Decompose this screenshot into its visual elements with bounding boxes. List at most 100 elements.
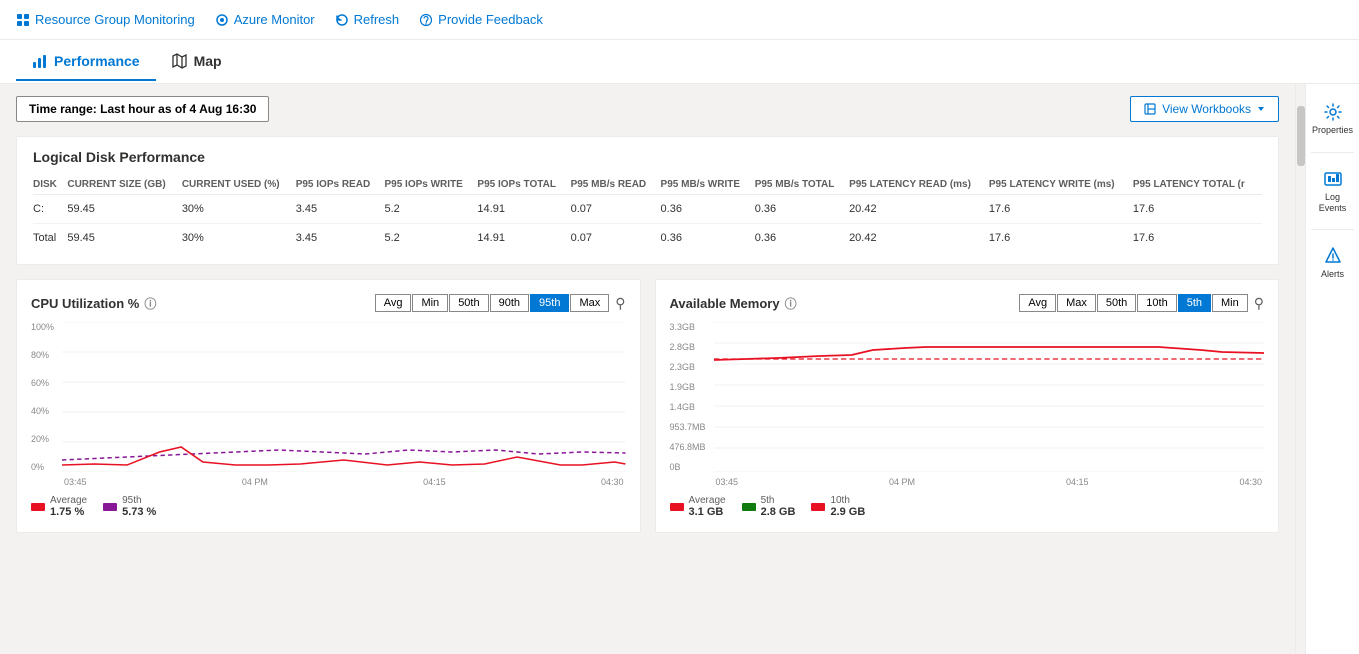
table-cell: 20.42 <box>849 195 989 224</box>
table-cell: 5.2 <box>384 224 477 253</box>
main-content: Time range: Last hour as of 4 Aug 16:30 … <box>0 84 1359 654</box>
cpu-btn-90th[interactable]: 90th <box>490 294 529 312</box>
tab-performance[interactable]: Performance <box>16 43 156 81</box>
nav-resource-group[interactable]: Resource Group Monitoring <box>16 12 195 27</box>
table-cell: 3.45 <box>296 224 385 253</box>
sidebar-action-alerts[interactable]: Alerts <box>1306 238 1359 288</box>
mem-y-6: 953.7MB <box>670 422 706 432</box>
cpu-btn-max[interactable]: Max <box>570 294 609 312</box>
table-cell: 17.6 <box>1133 195 1262 224</box>
cpu-pin-icon[interactable]: ⚲ <box>615 295 625 312</box>
col-mb-total: P95 MB/s TOTAL <box>755 175 849 195</box>
vertical-scrollbar[interactable] <box>1295 84 1305 654</box>
table-row: C:59.4530%3.455.214.910.070.360.3620.421… <box>33 195 1262 224</box>
cpu-chart-header: CPU Utilization % ⓘ AvgMin50th90th95thMa… <box>31 294 626 312</box>
scrollbar-thumb[interactable] <box>1297 106 1305 166</box>
memory-chart-title: Available Memory ⓘ <box>670 295 797 312</box>
memory-btn-10th[interactable]: 10th <box>1137 294 1176 312</box>
table-cell: 5.2 <box>384 195 477 224</box>
cpu-y-40: 40% <box>31 406 54 416</box>
view-workbooks-label: View Workbooks <box>1162 102 1251 116</box>
log-events-label: Log Events <box>1310 192 1355 214</box>
mem-x-1: 03:45 <box>716 477 739 487</box>
view-workbooks-button[interactable]: View Workbooks <box>1130 96 1279 122</box>
legend-item: Average1.75 % <box>31 495 87 518</box>
table-cell: 0.07 <box>571 195 661 224</box>
memory-btn-group: AvgMax50th10th5thMin <box>1020 294 1247 312</box>
table-cell: Total <box>33 224 67 253</box>
nav-azure-monitor[interactable]: Azure Monitor <box>215 12 315 27</box>
cpu-btn-avg[interactable]: Avg <box>375 294 412 312</box>
col-iops-total: P95 IOPs TOTAL <box>477 175 570 195</box>
time-range-button[interactable]: Time range: Last hour as of 4 Aug 16:30 <box>16 96 269 122</box>
table-cell: 0.36 <box>755 224 849 253</box>
table-cell: 3.45 <box>296 195 385 224</box>
mem-x-4: 04:30 <box>1239 477 1262 487</box>
table-cell: 0.36 <box>755 195 849 224</box>
cpu-y-0: 0% <box>31 462 54 472</box>
cpu-btn-95th[interactable]: 95th <box>530 294 569 312</box>
mem-y-8: 0B <box>670 462 706 472</box>
memory-info-icon[interactable]: ⓘ <box>785 295 797 312</box>
col-iops-read: P95 IOPs READ <box>296 175 385 195</box>
sidebar-divider-2 <box>1311 229 1353 230</box>
disk-table-title: Logical Disk Performance <box>33 149 1262 165</box>
cpu-y-100: 100% <box>31 322 54 332</box>
cpu-y-20: 20% <box>31 434 54 444</box>
mem-y-1: 3.3GB <box>670 322 706 332</box>
table-cell: C: <box>33 195 67 224</box>
memory-btn-avg[interactable]: Avg <box>1019 294 1056 312</box>
sidebar-action-log-events[interactable]: Log Events <box>1306 161 1359 222</box>
mem-y-5: 1.4GB <box>670 402 706 412</box>
table-header-row: DISK CURRENT SIZE (GB) CURRENT USED (%) … <box>33 175 1262 195</box>
nav-refresh[interactable]: Refresh <box>335 12 400 27</box>
cpu-btn-group: AvgMin50th90th95thMax <box>376 294 610 312</box>
table-cell: 59.45 <box>67 224 181 253</box>
table-cell: 0.36 <box>661 224 755 253</box>
col-mb-read: P95 MB/s READ <box>571 175 661 195</box>
charts-row: CPU Utilization % ⓘ AvgMin50th90th95thMa… <box>16 279 1279 533</box>
memory-chart-svg <box>714 322 1264 472</box>
memory-chart-card: Available Memory ⓘ AvgMax50th10th5thMin … <box>655 279 1280 533</box>
tab-map[interactable]: Map <box>156 43 238 81</box>
memory-pin-icon[interactable]: ⚲ <box>1254 295 1264 312</box>
nav-feedback-label: Provide Feedback <box>438 12 543 27</box>
time-range-label: Time range: <box>29 102 97 116</box>
table-row: Total59.4530%3.455.214.910.070.360.3620.… <box>33 224 1262 253</box>
table-cell: 17.6 <box>989 195 1133 224</box>
tab-map-label: Map <box>194 53 222 69</box>
memory-btn-min[interactable]: Min <box>1212 294 1248 312</box>
memory-btn-5th[interactable]: 5th <box>1178 294 1211 312</box>
table-cell: 14.91 <box>477 224 570 253</box>
cpu-btn-min[interactable]: Min <box>412 294 448 312</box>
cpu-x-1: 03:45 <box>64 477 87 487</box>
table-cell: 0.07 <box>571 224 661 253</box>
mem-y-3: 2.3GB <box>670 362 706 372</box>
cpu-x-3: 04:15 <box>423 477 446 487</box>
properties-label: Properties <box>1312 125 1353 136</box>
table-cell: 30% <box>182 224 296 253</box>
cpu-y-60: 60% <box>31 378 54 388</box>
cpu-x-labels: 03:45 04 PM 04:15 04:30 <box>62 477 625 487</box>
content-area: Time range: Last hour as of 4 Aug 16:30 … <box>0 84 1295 654</box>
col-mb-write: P95 MB/s WRITE <box>661 175 755 195</box>
cpu-x-4: 04:30 <box>601 477 624 487</box>
table-cell: 17.6 <box>1133 224 1262 253</box>
nav-feedback[interactable]: Provide Feedback <box>419 12 543 27</box>
col-lat-total: P95 LATENCY TOTAL (r <box>1133 175 1262 195</box>
cpu-legend: Average1.75 %95th5.73 % <box>31 495 626 518</box>
col-disk: DISK <box>33 175 67 195</box>
sidebar-action-properties[interactable]: Properties <box>1306 94 1359 144</box>
time-range-bar: Time range: Last hour as of 4 Aug 16:30 … <box>16 96 1279 122</box>
right-sidebar: Properties Log Events Alerts <box>1305 84 1359 654</box>
cpu-btn-50th[interactable]: 50th <box>449 294 488 312</box>
legend-item: 10th2.9 GB <box>811 495 865 518</box>
memory-btn-50th[interactable]: 50th <box>1097 294 1136 312</box>
table-cell: 14.91 <box>477 195 570 224</box>
col-size: CURRENT SIZE (GB) <box>67 175 181 195</box>
time-range-value: Last hour as of 4 Aug 16:30 <box>100 102 256 116</box>
memory-btn-max[interactable]: Max <box>1057 294 1096 312</box>
cpu-info-icon[interactable]: ⓘ <box>144 295 156 312</box>
mem-x-3: 04:15 <box>1066 477 1089 487</box>
tab-bar: Performance Map <box>0 40 1359 84</box>
